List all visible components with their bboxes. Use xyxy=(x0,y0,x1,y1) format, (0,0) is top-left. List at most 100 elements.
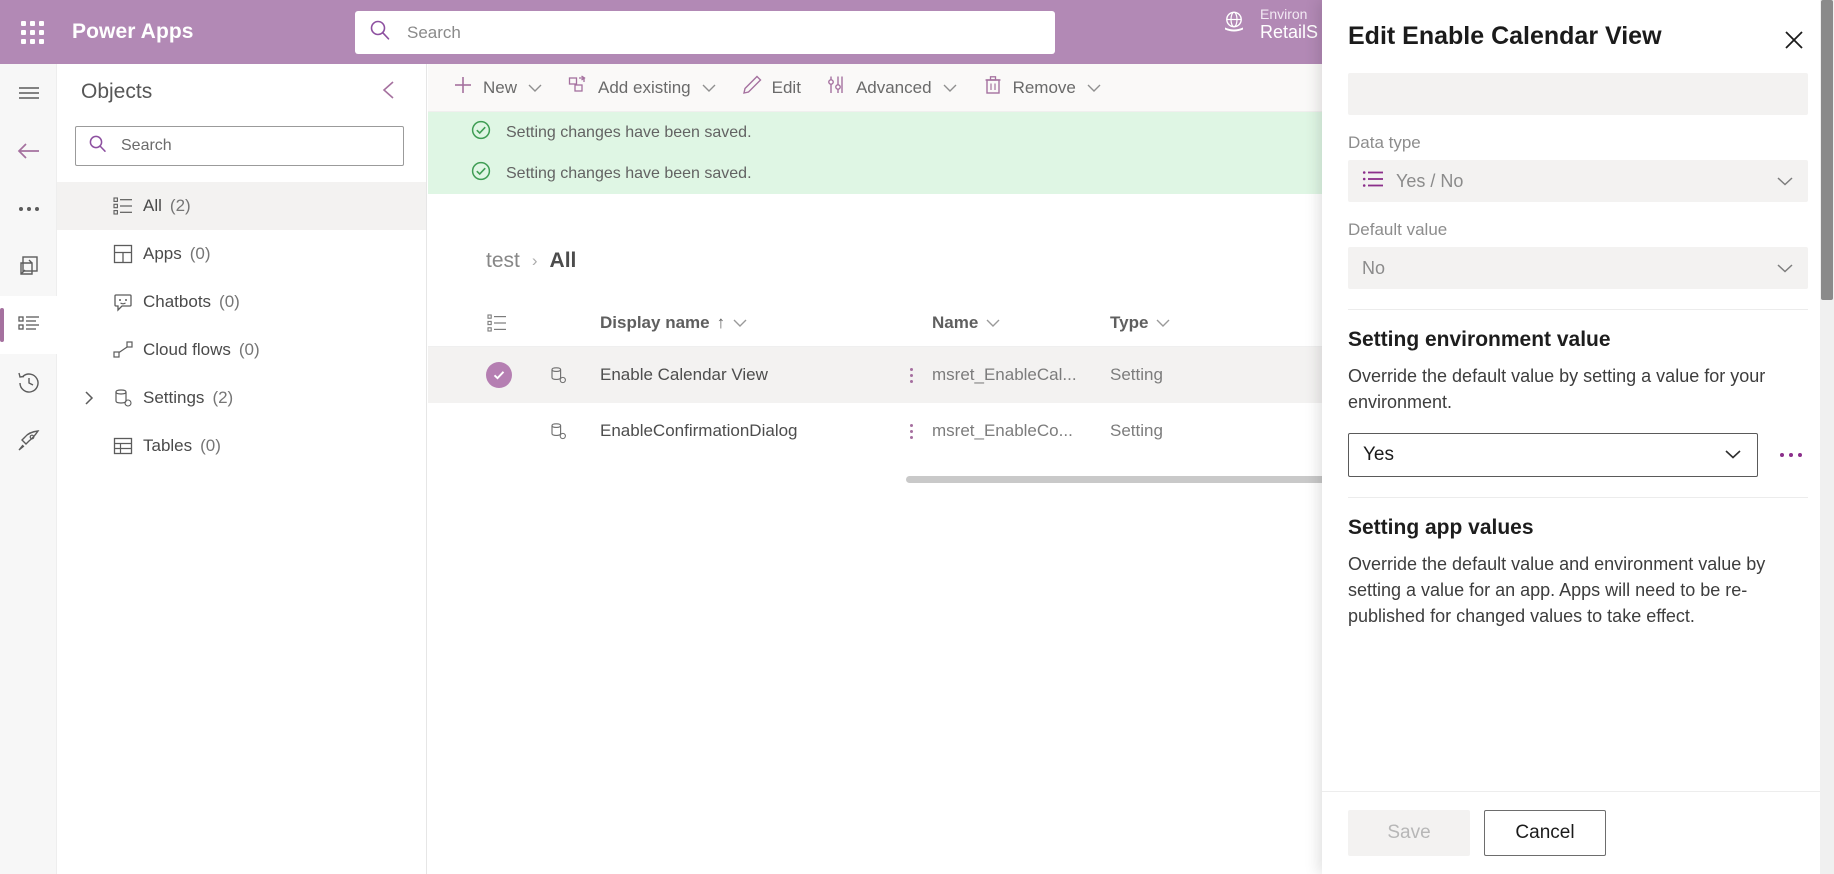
notification-text: Setting changes have been saved. xyxy=(506,164,752,182)
chevron-down-icon[interactable] xyxy=(1723,444,1743,466)
tree-item-count: (2) xyxy=(169,196,191,215)
tree-item-tables[interactable]: Tables (0) xyxy=(57,422,426,470)
panel-footer: Save Cancel xyxy=(1322,791,1834,874)
column-header-name[interactable]: Name xyxy=(932,313,1110,333)
add-existing-button[interactable]: Add existing xyxy=(557,68,727,108)
default-value-value: No xyxy=(1362,257,1386,278)
breadcrumb-current: All xyxy=(549,249,577,272)
plus-icon xyxy=(452,74,474,101)
all-list-icon xyxy=(103,195,143,217)
cancel-button[interactable]: Cancel xyxy=(1484,810,1606,856)
chevron-down-icon[interactable] xyxy=(1155,313,1171,333)
add-existing-label: Add existing xyxy=(598,77,691,97)
sort-ascending-icon: ↑ xyxy=(716,312,726,332)
chevron-down-icon[interactable] xyxy=(527,78,543,98)
chevron-down-icon xyxy=(1776,171,1794,192)
search-input[interactable] xyxy=(405,21,1041,44)
solutions-icon[interactable] xyxy=(0,238,57,296)
row-more-actions-icon[interactable] xyxy=(890,364,932,387)
tree-item-settings[interactable]: Settings (2) xyxy=(57,374,426,422)
history-icon[interactable] xyxy=(0,354,57,412)
environment-value-more-icon[interactable] xyxy=(1774,447,1808,463)
app-launcher-icon[interactable] xyxy=(0,0,64,64)
chevron-right-icon[interactable] xyxy=(75,389,103,407)
default-value-field: No xyxy=(1348,247,1808,289)
add-existing-icon xyxy=(567,74,589,101)
globe-icon xyxy=(1220,8,1248,41)
row-checkbox-selected[interactable] xyxy=(486,362,548,388)
breadcrumb-separator: › xyxy=(531,251,538,270)
environment-label: Environ xyxy=(1260,6,1308,22)
chevron-down-icon[interactable] xyxy=(1086,78,1102,98)
objects-tree: All (2) Apps (0) Chatbots (0) Cloud flow… xyxy=(57,182,426,470)
setting-record-icon xyxy=(548,421,600,442)
cell-type: Setting xyxy=(1110,421,1163,440)
objects-search[interactable] xyxy=(75,126,404,166)
back-arrow-icon[interactable] xyxy=(0,122,57,180)
environment-section-title: Setting environment value xyxy=(1348,328,1611,351)
environment-section-description: Override the default value by setting a … xyxy=(1348,366,1766,413)
chatbot-icon xyxy=(103,291,143,313)
tree-item-label: Settings xyxy=(143,388,205,407)
app-section-description: Override the default value and environme… xyxy=(1348,554,1766,627)
page-scrollbar[interactable] xyxy=(1820,0,1834,874)
rail-item-objects[interactable] xyxy=(0,296,57,354)
panel-body: Data type Yes / No Default value No Sett… xyxy=(1322,73,1834,791)
remove-button[interactable]: Remove xyxy=(972,68,1112,108)
search-icon xyxy=(88,134,107,158)
chevron-down-icon[interactable] xyxy=(701,78,717,98)
edit-button[interactable]: Edit xyxy=(731,68,811,108)
row-select-icon[interactable] xyxy=(486,312,548,334)
new-button[interactable]: New xyxy=(442,68,553,108)
close-icon[interactable] xyxy=(1776,22,1812,63)
chevron-down-icon[interactable] xyxy=(732,313,748,333)
apps-grid-icon xyxy=(103,243,143,265)
data-type-label: Data type xyxy=(1348,133,1421,152)
column-header-type[interactable]: Type xyxy=(1110,313,1270,333)
cell-type: Setting xyxy=(1110,365,1163,384)
row-more-actions-icon[interactable] xyxy=(890,420,932,443)
settings-db-icon xyxy=(103,387,143,409)
advanced-icon xyxy=(825,74,847,101)
chevron-down-icon[interactable] xyxy=(942,78,958,98)
cell-name: msret_EnableCo... xyxy=(932,421,1073,440)
environment-indicator[interactable]: Environ RetailS xyxy=(1220,6,1318,43)
tree-item-cloud-flows[interactable]: Cloud flows (0) xyxy=(57,326,426,374)
publish-rocket-icon[interactable] xyxy=(0,412,57,470)
tree-item-all[interactable]: All (2) xyxy=(57,182,426,230)
panel-title: Edit Enable Calendar View xyxy=(1348,22,1662,50)
objects-search-input[interactable] xyxy=(119,136,391,156)
check-circle-icon xyxy=(486,362,512,388)
tree-item-count: (0) xyxy=(189,244,211,263)
setting-record-icon xyxy=(548,365,600,386)
objects-panel-title: Objects xyxy=(81,80,153,103)
chevron-left-icon[interactable] xyxy=(376,75,404,110)
tree-item-label: Cloud flows xyxy=(143,340,231,359)
column-header-display-name[interactable]: Display name ↑ xyxy=(600,313,890,333)
advanced-button[interactable]: Advanced xyxy=(815,68,968,108)
environment-value-dropdown[interactable]: Yes xyxy=(1348,433,1758,478)
global-search[interactable] xyxy=(355,11,1055,54)
app-section-title: Setting app values xyxy=(1348,516,1534,540)
tree-item-label: Chatbots xyxy=(143,292,212,311)
chevron-down-icon[interactable] xyxy=(985,313,1001,333)
more-ellipsis-icon[interactable] xyxy=(0,180,57,238)
tree-item-count: (0) xyxy=(219,292,240,311)
tree-item-label: All xyxy=(143,196,162,215)
section-divider xyxy=(1348,497,1808,499)
tree-item-chatbots[interactable]: Chatbots (0) xyxy=(57,278,426,326)
cell-name: msret_EnableCal... xyxy=(932,365,1077,384)
brand-title[interactable]: Power Apps xyxy=(72,20,194,44)
notification-text: Setting changes have been saved. xyxy=(506,123,752,141)
objects-panel: Objects All (2) xyxy=(57,64,427,874)
advanced-button-label: Advanced xyxy=(855,77,932,97)
tree-item-count: (0) xyxy=(200,436,221,455)
column-header-label: Display name xyxy=(600,312,710,332)
tree-item-apps[interactable]: Apps (0) xyxy=(57,230,426,278)
setting-name-field xyxy=(1348,73,1808,115)
page-scrollbar-thumb[interactable] xyxy=(1821,0,1833,300)
left-rail xyxy=(0,64,57,874)
hamburger-menu-icon[interactable] xyxy=(0,64,57,122)
objects-panel-header: Objects xyxy=(57,64,426,120)
breadcrumb-parent[interactable]: test xyxy=(486,249,520,273)
